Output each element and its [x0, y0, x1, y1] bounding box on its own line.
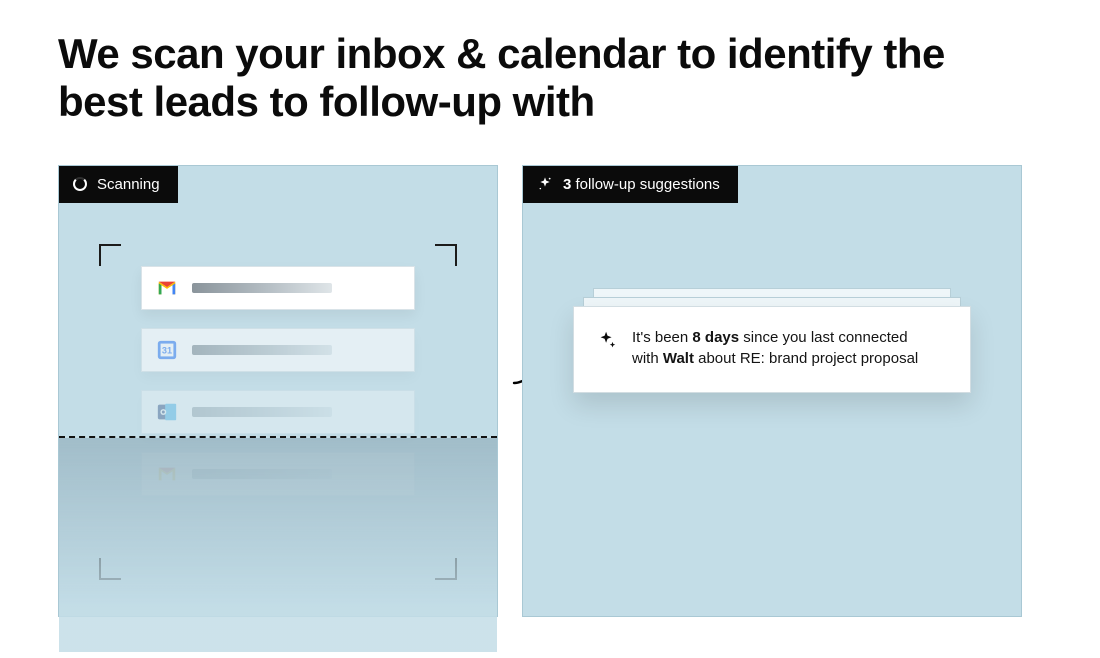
spinner-icon — [73, 177, 87, 191]
viewport-corner-icon — [435, 558, 457, 580]
outlook-icon — [156, 401, 178, 423]
gmail-icon — [156, 463, 178, 485]
suggestions-badge: 3 follow-up suggestions — [523, 166, 738, 203]
scanning-badge: Scanning — [59, 166, 178, 203]
suggestions-badge-text: 3 follow-up suggestions — [563, 176, 720, 193]
sparkle-icon — [537, 176, 553, 192]
source-row — [141, 390, 415, 434]
source-row — [141, 452, 415, 496]
suggestion-text: It's been 8 days since you last connecte… — [632, 327, 918, 371]
placeholder-text-icon — [192, 407, 332, 417]
scanning-panel: Scanning 31 — [58, 165, 498, 617]
suggestion-stack: It's been 8 days since you last connecte… — [573, 306, 971, 394]
headline: We scan your inbox & calendar to identif… — [58, 30, 958, 127]
placeholder-text-icon — [192, 469, 332, 479]
suggestions-panel: 3 follow-up suggestions It's been 8 days… — [522, 165, 1022, 617]
gmail-icon — [156, 277, 178, 299]
placeholder-text-icon — [192, 283, 332, 293]
source-rows: 31 — [141, 266, 415, 496]
feature-panels: Scanning 31 — [58, 165, 1042, 617]
scan-viewport: 31 — [99, 244, 457, 580]
scanning-badge-label: Scanning — [97, 176, 160, 193]
source-row — [141, 266, 415, 310]
sparkle-icon — [596, 329, 618, 351]
viewport-corner-icon — [99, 244, 121, 266]
viewport-corner-icon — [99, 558, 121, 580]
google-calendar-icon: 31 — [156, 339, 178, 361]
viewport-corner-icon — [435, 244, 457, 266]
svg-text:31: 31 — [162, 345, 172, 355]
placeholder-text-icon — [192, 345, 332, 355]
suggestion-card: It's been 8 days since you last connecte… — [573, 306, 971, 394]
source-row: 31 — [141, 328, 415, 372]
